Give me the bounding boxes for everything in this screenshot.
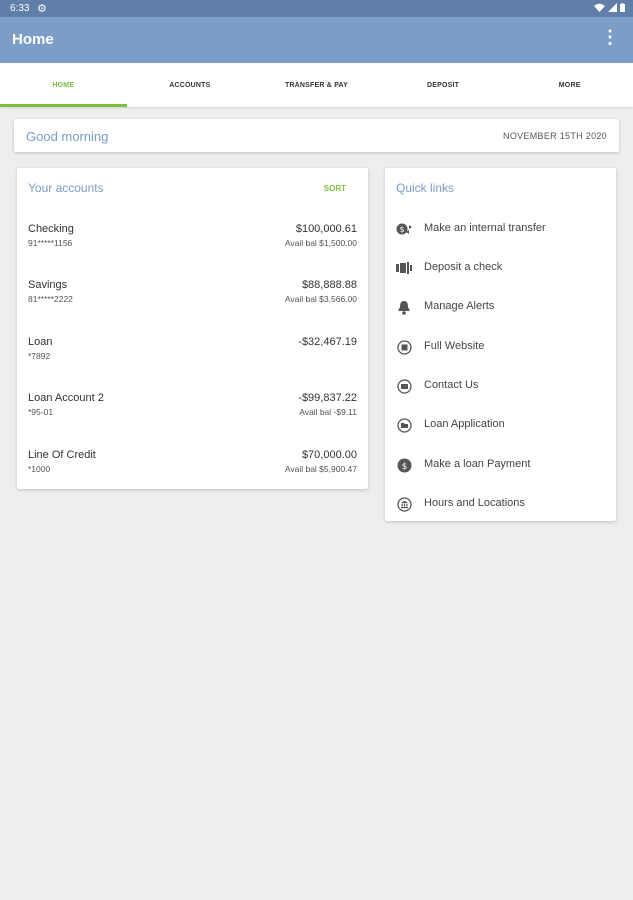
- quick-link-label: Full Website: [424, 340, 485, 352]
- tab-bar: HOME ACCOUNTS TRANSFER & PAY DEPOSIT MOR…: [0, 63, 633, 107]
- account-name: Line Of Credit: [28, 449, 96, 461]
- bell-icon: [396, 299, 412, 315]
- tab-home[interactable]: HOME: [0, 63, 127, 107]
- account-available-balance: Avail bal $3,566.00: [284, 294, 357, 304]
- account-balance: -$32,467.19: [298, 336, 357, 348]
- mail-icon: [396, 378, 412, 394]
- tab-accounts[interactable]: ACCOUNTS: [127, 63, 254, 107]
- quick-links-card: Quick links $ Make an internal transfer …: [385, 168, 616, 521]
- quick-link-loan-application[interactable]: Loan Application: [385, 414, 616, 444]
- account-balance: $88,888.88: [301, 279, 357, 291]
- account-balance: $100,000.61: [295, 223, 357, 235]
- settings-gear-icon: ⚙: [37, 3, 47, 15]
- account-row-checking[interactable]: Checking 91*****1156 $100,000.61 Avail b…: [17, 223, 368, 271]
- tab-more[interactable]: MORE: [506, 63, 633, 107]
- sort-button[interactable]: SORT: [324, 184, 346, 193]
- tab-deposit[interactable]: DEPOSIT: [380, 63, 507, 107]
- website-icon: [396, 339, 412, 355]
- folder-icon: [396, 417, 412, 433]
- account-number: 91*****1156: [28, 238, 73, 248]
- quick-link-label: Deposit a check: [424, 261, 503, 273]
- account-row-loan[interactable]: Loan *7892 -$32,467.19: [17, 336, 368, 384]
- account-row-loan-account-2[interactable]: Loan Account 2 *95-01 -$99,837.22 Avail …: [17, 392, 368, 440]
- account-row-line-of-credit[interactable]: Line Of Credit *1000 $70,000.00 Avail ba…: [17, 449, 368, 497]
- quick-link-contact-us[interactable]: Contact Us: [385, 375, 616, 405]
- quick-link-label: Loan Application: [424, 418, 505, 430]
- account-balance: $70,000.00: [301, 449, 357, 461]
- account-name: Savings: [28, 279, 68, 291]
- battery-icon: [620, 3, 625, 12]
- quick-link-hours-locations[interactable]: Hours and Locations: [385, 493, 616, 523]
- dollar-icon: $: [396, 457, 412, 473]
- account-available-balance: Avail bal $5,900.47: [284, 464, 357, 474]
- page-title: Home: [12, 31, 54, 48]
- quick-link-internal-transfer[interactable]: $ Make an internal transfer: [385, 218, 616, 248]
- quick-link-full-website[interactable]: Full Website: [385, 336, 616, 366]
- quick-link-label: Make a loan Payment: [424, 458, 531, 470]
- bank-icon: [396, 496, 412, 512]
- transfer-icon: $: [396, 221, 412, 237]
- account-number: *7892: [28, 351, 51, 361]
- account-name: Loan: [28, 336, 53, 348]
- account-name: Loan Account 2: [28, 392, 104, 404]
- signal-icon: [608, 3, 617, 12]
- account-number: *95-01: [28, 407, 54, 417]
- status-icons: [594, 3, 625, 12]
- account-name: Checking: [28, 223, 74, 235]
- app-bar: Home ⋮: [0, 17, 633, 63]
- account-number: 81*****2222: [28, 294, 73, 304]
- greeting-date: NOVEMBER 15TH 2020: [503, 131, 607, 141]
- greeting-card: Good morning NOVEMBER 15TH 2020: [14, 119, 619, 152]
- quick-links-title: Quick links: [396, 181, 455, 195]
- quick-link-label: Hours and Locations: [424, 497, 525, 509]
- accounts-title: Your accounts: [28, 181, 104, 195]
- account-balance: -$99,837.22: [298, 392, 357, 404]
- accounts-card: Your accounts SORT Checking 91*****1156 …: [17, 168, 368, 489]
- svg-text:$: $: [399, 225, 404, 234]
- status-bar: 6:33 ⚙: [0, 0, 633, 17]
- quick-link-label: Contact Us: [424, 379, 479, 391]
- quick-link-deposit-check[interactable]: Deposit a check: [385, 257, 616, 287]
- account-number: *1000: [28, 464, 51, 474]
- status-time: 6:33: [10, 3, 30, 14]
- svg-text:$: $: [401, 462, 407, 472]
- overflow-menu-icon[interactable]: ⋮: [601, 27, 619, 47]
- check-deposit-icon: [396, 260, 412, 276]
- wifi-icon: [594, 3, 605, 12]
- account-row-savings[interactable]: Savings 81*****2222 $88,888.88 Avail bal…: [17, 279, 368, 327]
- account-available-balance: Avail bal $1,500.00: [284, 238, 357, 248]
- greeting-text: Good morning: [26, 129, 109, 144]
- tab-transfer-pay[interactable]: TRANSFER & PAY: [253, 63, 380, 107]
- quick-link-label: Make an internal transfer: [424, 222, 546, 234]
- quick-link-manage-alerts[interactable]: Manage Alerts: [385, 296, 616, 326]
- quick-link-loan-payment[interactable]: $ Make a loan Payment: [385, 454, 616, 484]
- account-available-balance: Avail bal -$9.11: [299, 407, 357, 417]
- quick-link-label: Manage Alerts: [424, 300, 495, 312]
